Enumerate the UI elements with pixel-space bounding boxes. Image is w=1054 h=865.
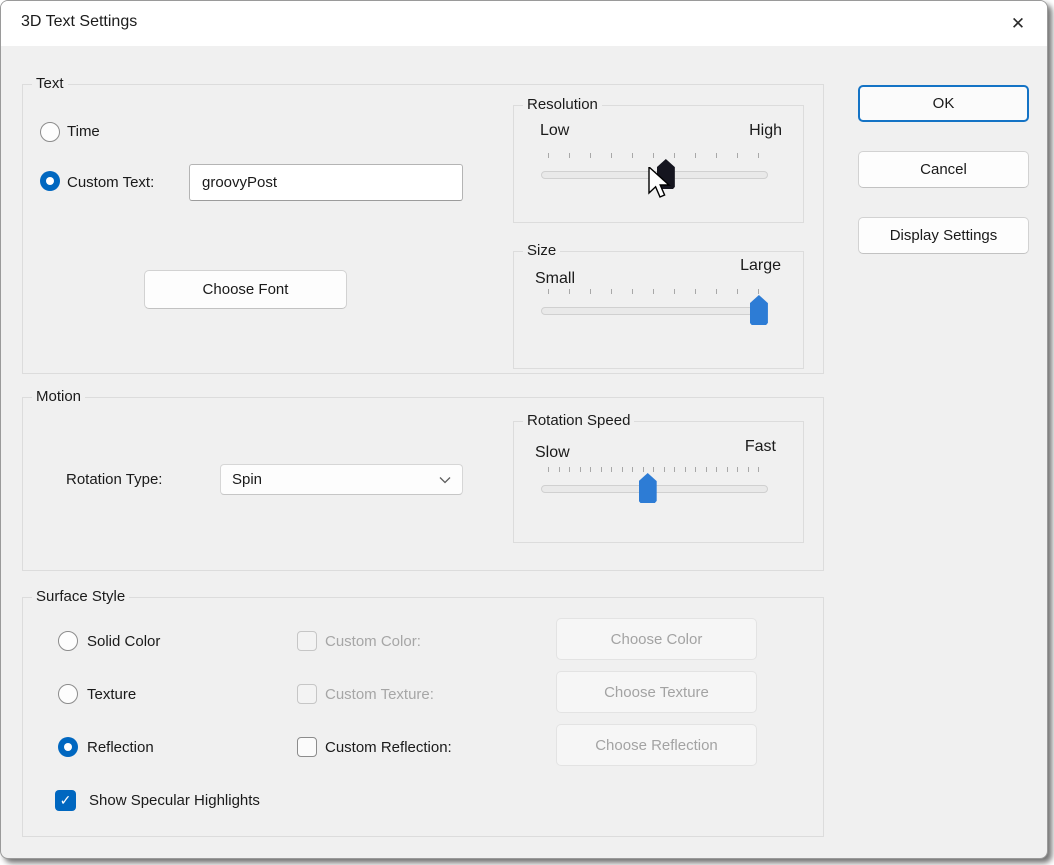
rotation-speed-group-label: Rotation Speed — [523, 412, 634, 429]
display-settings-button[interactable]: Display Settings — [858, 217, 1029, 254]
resolution-min-label: Low — [540, 122, 569, 140]
size-slider-thumb[interactable] — [750, 295, 768, 325]
size-min-label: Small — [535, 270, 575, 288]
rotation-speed-slider-ticks — [548, 467, 759, 472]
close-icon[interactable]: ✕ — [1001, 9, 1035, 39]
ok-button[interactable]: OK — [858, 85, 1029, 122]
size-slider-ticks — [548, 289, 759, 294]
resolution-slider[interactable] — [541, 151, 768, 197]
show-specular-highlights-checkbox[interactable]: ✓ — [55, 790, 76, 811]
resolution-slider-ticks — [548, 153, 759, 158]
3d-text-settings-dialog: 3D Text Settings ✕ Text Time Custom Text… — [0, 0, 1048, 859]
texture-radio-label[interactable]: Texture — [87, 686, 136, 703]
reflection-radio[interactable] — [58, 737, 78, 757]
custom-text-radio-label[interactable]: Custom Text: — [67, 174, 154, 191]
solid-color-radio[interactable] — [58, 631, 78, 651]
surface-style-group-label: Surface Style — [32, 588, 129, 605]
rotation-type-label: Rotation Type: — [66, 471, 162, 488]
choose-texture-button: Choose Texture — [556, 671, 757, 713]
custom-color-checkbox — [297, 631, 317, 651]
text-group-label: Text — [32, 75, 68, 92]
show-specular-highlights-label[interactable]: Show Specular Highlights — [89, 792, 260, 809]
resolution-slider-thumb[interactable] — [657, 159, 675, 189]
rotation-type-value: Spin — [232, 471, 262, 488]
speed-min-label: Slow — [535, 444, 570, 462]
resolution-slider-track[interactable] — [541, 171, 768, 179]
title-bar[interactable]: 3D Text Settings ✕ — [1, 1, 1047, 46]
reflection-radio-label[interactable]: Reflection — [87, 739, 154, 756]
rotation-speed-slider-thumb[interactable] — [639, 473, 657, 503]
size-group-label: Size — [523, 242, 560, 259]
rotation-speed-slider[interactable] — [541, 465, 768, 511]
size-slider[interactable] — [541, 287, 768, 333]
custom-color-checkbox-label: Custom Color: — [325, 633, 421, 650]
custom-text-radio[interactable] — [40, 171, 60, 191]
time-radio[interactable] — [40, 122, 60, 142]
choose-font-button[interactable]: Choose Font — [144, 270, 347, 309]
resolution-group-label: Resolution — [523, 96, 602, 113]
solid-color-radio-label[interactable]: Solid Color — [87, 633, 160, 650]
texture-radio[interactable] — [58, 684, 78, 704]
custom-reflection-checkbox[interactable] — [297, 737, 317, 757]
choose-color-button: Choose Color — [556, 618, 757, 660]
choose-reflection-button: Choose Reflection — [556, 724, 757, 766]
speed-max-label: Fast — [745, 438, 776, 456]
resolution-max-label: High — [749, 122, 782, 140]
custom-texture-checkbox — [297, 684, 317, 704]
rotation-type-dropdown[interactable]: Spin — [220, 464, 463, 495]
custom-reflection-checkbox-label[interactable]: Custom Reflection: — [325, 739, 452, 756]
cancel-button[interactable]: Cancel — [858, 151, 1029, 188]
window-title: 3D Text Settings — [21, 13, 137, 31]
motion-group-label: Motion — [32, 388, 85, 405]
time-radio-label[interactable]: Time — [67, 123, 100, 140]
size-slider-track[interactable] — [541, 307, 768, 315]
custom-text-input[interactable] — [189, 164, 463, 201]
chevron-down-icon — [439, 476, 451, 484]
custom-texture-checkbox-label: Custom Texture: — [325, 686, 434, 703]
size-max-label: Large — [740, 257, 781, 275]
